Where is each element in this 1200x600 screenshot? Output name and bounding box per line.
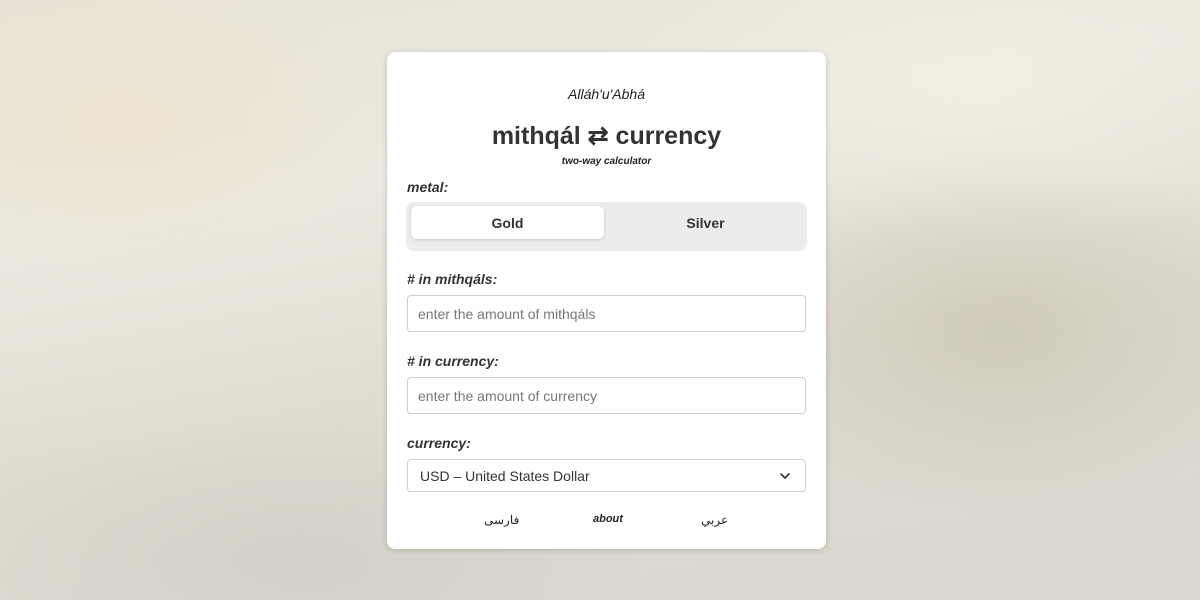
- currency-select[interactable]: USD – United States Dollar: [407, 459, 806, 492]
- chevron-down-icon: [780, 473, 790, 479]
- about-link[interactable]: about: [593, 513, 623, 525]
- currency-amount-label: # in currency:: [407, 353, 499, 369]
- mithqals-label: # in mithqáls:: [407, 271, 498, 287]
- metal-option-silver[interactable]: Silver: [609, 206, 802, 239]
- metal-option-gold[interactable]: Gold: [411, 206, 604, 239]
- greeting-text: Alláh'u'Abhá: [568, 86, 645, 102]
- page-subtitle: two-way calculator: [561, 156, 652, 167]
- language-link-farsi[interactable]: فارسی: [484, 513, 519, 527]
- metal-toggle: Gold Silver: [406, 202, 807, 251]
- language-link-arabic[interactable]: عربي: [701, 513, 728, 527]
- calculator-card: Alláh'u'Abhá mithqál ⇄ currency two-way …: [387, 52, 826, 549]
- currency-amount-input[interactable]: [407, 377, 806, 414]
- currency-select-label: currency:: [407, 435, 471, 451]
- currency-select-value: USD – United States Dollar: [420, 467, 590, 484]
- mithqals-input[interactable]: [407, 295, 806, 332]
- page-title: mithqál ⇄ currency: [491, 122, 722, 150]
- metal-label: metal:: [407, 179, 449, 195]
